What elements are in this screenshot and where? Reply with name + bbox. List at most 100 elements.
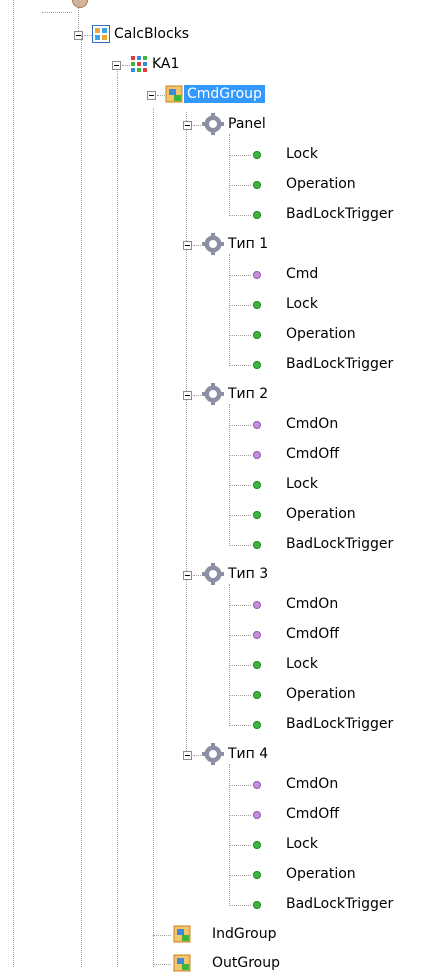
tree-leaf[interactable]: Operation [0,862,427,886]
tree-leaf-label: Lock [286,836,318,852]
tree-leaf-label: Operation [286,176,356,192]
collapse-toggle-icon[interactable] [112,61,121,70]
tree-leaf[interactable]: CmdOn [0,592,427,616]
tree-leaf[interactable]: CmdOff [0,442,427,466]
tree-leaf[interactable]: Operation [0,502,427,526]
tree-node-outgroup[interactable]: OutGroup [0,951,427,975]
tree-leaf-label: Operation [286,506,356,522]
tree-leaf-label: BadLockTrigger [286,206,394,222]
tree-line [229,275,251,276]
tree-node-group[interactable]: Тип 3 [0,562,427,586]
tree-leaf[interactable]: BadLockTrigger [0,712,427,736]
tree-leaf[interactable]: CmdOn [0,772,427,796]
tree-node-group[interactable]: Тип 1 [0,232,427,256]
collapse-toggle-icon[interactable] [183,391,192,400]
gear-icon [202,113,224,135]
tree-node-label: OutGroup [212,955,281,971]
tree-node-indgroup[interactable]: IndGroup [0,922,427,946]
tree-leaf-label: CmdOff [286,446,339,462]
tree-leaf-label: Lock [286,656,318,672]
tree-leaf[interactable]: BadLockTrigger [0,532,427,556]
tree-leaf[interactable]: Lock [0,142,427,166]
tree-node-label: Тип 1 [228,236,269,252]
tree-line [229,155,251,156]
tree-line [193,125,201,126]
tree-line [229,185,251,186]
tree-leaf[interactable]: Lock [0,292,427,316]
object-tree: CalcBlocks KA1 CmdGroup Panel Lock Opera… [0,0,427,972]
tree-leaf[interactable]: Operation [0,172,427,196]
tree-leaf-label: CmdOn [286,596,339,612]
calcblocks-icon [92,25,110,43]
green-dot-icon [253,691,261,699]
tree-line [229,905,251,906]
collapse-toggle-icon[interactable] [183,241,192,250]
tree-line [229,875,251,876]
tree-line [229,485,251,486]
green-dot-icon [253,331,261,339]
tree-line [229,725,251,726]
green-dot-icon [253,361,261,369]
green-dot-icon [253,481,261,489]
tree-node-cmdgroup[interactable]: CmdGroup [0,82,427,106]
tree-leaf[interactable]: Cmd [0,262,427,286]
gear-icon [202,563,224,585]
tree-line [229,455,251,456]
tree-node-calcblocks[interactable]: CalcBlocks [0,22,427,46]
tree-line [193,575,201,576]
collapse-toggle-icon[interactable] [183,571,192,580]
tree-leaf[interactable]: Lock [0,832,427,856]
tree-leaf-label: BadLockTrigger [286,356,394,372]
tree-line [193,755,201,756]
tree-leaf-label: Operation [286,326,356,342]
tree-line [84,35,92,36]
tree-leaf[interactable]: BadLockTrigger [0,202,427,226]
tree-leaf[interactable]: CmdOn [0,412,427,436]
tree-leaf[interactable]: BadLockTrigger [0,352,427,376]
tree-line [229,515,251,516]
collapse-toggle-icon[interactable] [183,121,192,130]
tree-node-label: CalcBlocks [114,26,190,42]
tree-line [193,245,201,246]
tree-line [122,65,130,66]
tree-leaf-label: CmdOff [286,806,339,822]
tree-leaf-label: BadLockTrigger [286,536,394,552]
green-dot-icon [253,151,261,159]
tree-line [229,695,251,696]
tree-leaf[interactable]: Lock [0,652,427,676]
tree-leaf[interactable]: Operation [0,322,427,346]
purple-dot-icon [253,631,261,639]
green-dot-icon [253,211,261,219]
tree-leaf[interactable]: CmdOff [0,802,427,826]
collapse-toggle-icon[interactable] [147,91,156,100]
tree-leaf-label: CmdOff [286,626,339,642]
tree-leaf-label: Lock [286,146,318,162]
tree-node-label: KA1 [152,56,180,72]
gear-icon [202,743,224,765]
tree-line [229,665,251,666]
tree-node-label-selected: CmdGroup [184,85,265,103]
tree-leaf[interactable]: CmdOff [0,622,427,646]
tree-node-group[interactable]: Panel [0,112,427,136]
ka1-icon [131,56,147,72]
green-dot-icon [253,841,261,849]
tree-leaf-label: CmdOn [286,776,339,792]
collapse-toggle-icon[interactable] [183,751,192,760]
tree-node-label: Тип 2 [228,386,269,402]
tree-node-ka1[interactable]: KA1 [0,52,427,76]
tree-leaf[interactable]: Operation [0,682,427,706]
tree-leaf[interactable]: Lock [0,472,427,496]
tree-node-label: Panel [228,116,266,132]
tree-leaf[interactable]: BadLockTrigger [0,892,427,916]
tree-line [229,635,251,636]
tree-line [193,395,201,396]
green-dot-icon [253,871,261,879]
tree-line [229,815,251,816]
tree-line [229,335,251,336]
tree-node-group[interactable]: Тип 2 [0,382,427,406]
green-dot-icon [253,511,261,519]
tree-node-group[interactable]: Тип 4 [0,742,427,766]
purple-dot-icon [253,421,261,429]
tree-leaf-label: BadLockTrigger [286,896,394,912]
tree-line [229,215,251,216]
